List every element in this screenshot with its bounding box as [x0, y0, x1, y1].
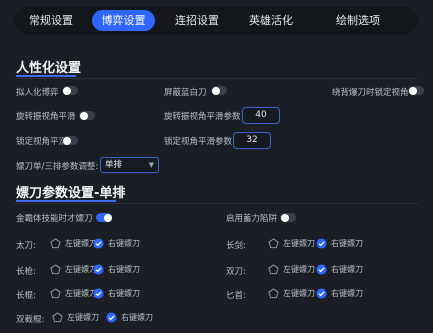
section-title-knife-params: 嫖刀参数设置-单排 — [16, 186, 126, 201]
pentagon-unchecked-icon — [50, 238, 61, 249]
option-label: 右键嫖刀 — [108, 265, 140, 274]
spin-smooth-param-label: 旋转振视角平滑参数 — [164, 112, 241, 122]
check-circle-icon — [93, 288, 104, 299]
section-underline — [16, 200, 116, 202]
option-label: 右键嫖刀 — [331, 289, 363, 298]
mode-select-value: 单排 — [105, 160, 123, 170]
pentagon-unchecked-icon — [50, 288, 61, 299]
option-label: 左键嫖刀 — [283, 265, 315, 274]
charge-trap-toggle[interactable] — [280, 213, 296, 222]
spin-smooth-toggle[interactable] — [79, 111, 95, 120]
check-circle-icon — [316, 288, 327, 299]
divider — [14, 78, 418, 79]
humanize-toggle[interactable] — [62, 86, 78, 95]
back-knife-label: 绕背爆刀时锁定视角 — [332, 88, 409, 98]
weapon-label-nunchaku: 双截棍: — [16, 315, 45, 325]
golden-body-toggle[interactable] — [96, 213, 112, 222]
caret-down-icon: ▼ — [148, 161, 154, 169]
option-label: 右键嫖刀 — [108, 289, 140, 298]
check-circle-icon — [316, 264, 327, 275]
weapon-label-staff: 长棍: — [16, 291, 36, 301]
check-circle-icon — [316, 238, 327, 249]
tab-draw-options[interactable]: 绘制选项 — [320, 10, 396, 31]
tab-general[interactable]: 常规设置 — [20, 10, 82, 31]
option-label: 左键嫖刀 — [283, 239, 315, 248]
option-label: 左键嫖刀 — [67, 313, 99, 322]
check-circle-icon — [93, 264, 104, 275]
pentagon-unchecked-icon — [268, 238, 279, 249]
block-knife-label: 屏蔽蓝白刀 — [164, 88, 207, 98]
tab-hero-activation[interactable]: 英雄活化 — [240, 10, 302, 31]
spin-smooth-label: 旋转振视角平滑 — [16, 112, 76, 122]
weapon-label-longsword: 长剑: — [226, 241, 246, 251]
option-label: 右键嫖刀 — [331, 265, 363, 274]
pentagon-unchecked-icon — [268, 264, 279, 275]
back-knife-toggle[interactable] — [408, 86, 424, 95]
mode-select[interactable]: 单排 ▼ — [100, 157, 159, 173]
weapon-label-dual-blades: 双刀: — [226, 267, 246, 277]
check-circle-icon — [106, 312, 117, 323]
pentagon-unchecked-icon — [268, 288, 279, 299]
lock-smooth-label: 锁定视角平滑 — [16, 137, 68, 147]
section-title-humanize: 人性化设置 — [16, 61, 82, 76]
golden-body-label: 金霸体技能时才嫖刀 — [16, 214, 93, 224]
section-underline — [16, 75, 76, 77]
option-label: 右键嫖刀 — [108, 239, 140, 248]
divider — [14, 203, 418, 204]
mode-label: 嫖刀单/三排参数调整: — [16, 162, 99, 172]
option-label: 右键嫖刀 — [331, 239, 363, 248]
charge-trap-label: 启用蓄力陷阱 — [226, 214, 278, 224]
block-knife-toggle[interactable] — [211, 86, 227, 95]
weapon-label-taidao: 太刀: — [16, 241, 36, 251]
option-label: 左键嫖刀 — [283, 289, 315, 298]
weapon-label-spear: 长枪: — [16, 267, 36, 277]
weapon-label-dagger: 匕首: — [226, 291, 246, 301]
humanize-label: 拟人化博弈 — [16, 88, 59, 98]
spin-smooth-param-input[interactable]: 40 — [242, 107, 280, 124]
tab-bar: 常规设置 博弈设置 连招设置 英雄活化 绘制选项 — [14, 7, 418, 34]
pentagon-unchecked-icon — [52, 312, 63, 323]
lock-smooth-toggle[interactable] — [62, 136, 78, 145]
tab-game-settings[interactable]: 博弈设置 — [92, 10, 155, 31]
tab-combo[interactable]: 连招设置 — [166, 10, 228, 31]
option-label: 右键嫖刀 — [121, 313, 153, 322]
lock-smooth-param-input[interactable]: 32 — [233, 132, 271, 149]
pentagon-unchecked-icon — [50, 264, 61, 275]
check-circle-icon — [93, 238, 104, 249]
lock-smooth-param-label: 锁定视角平滑参数 — [164, 137, 233, 147]
